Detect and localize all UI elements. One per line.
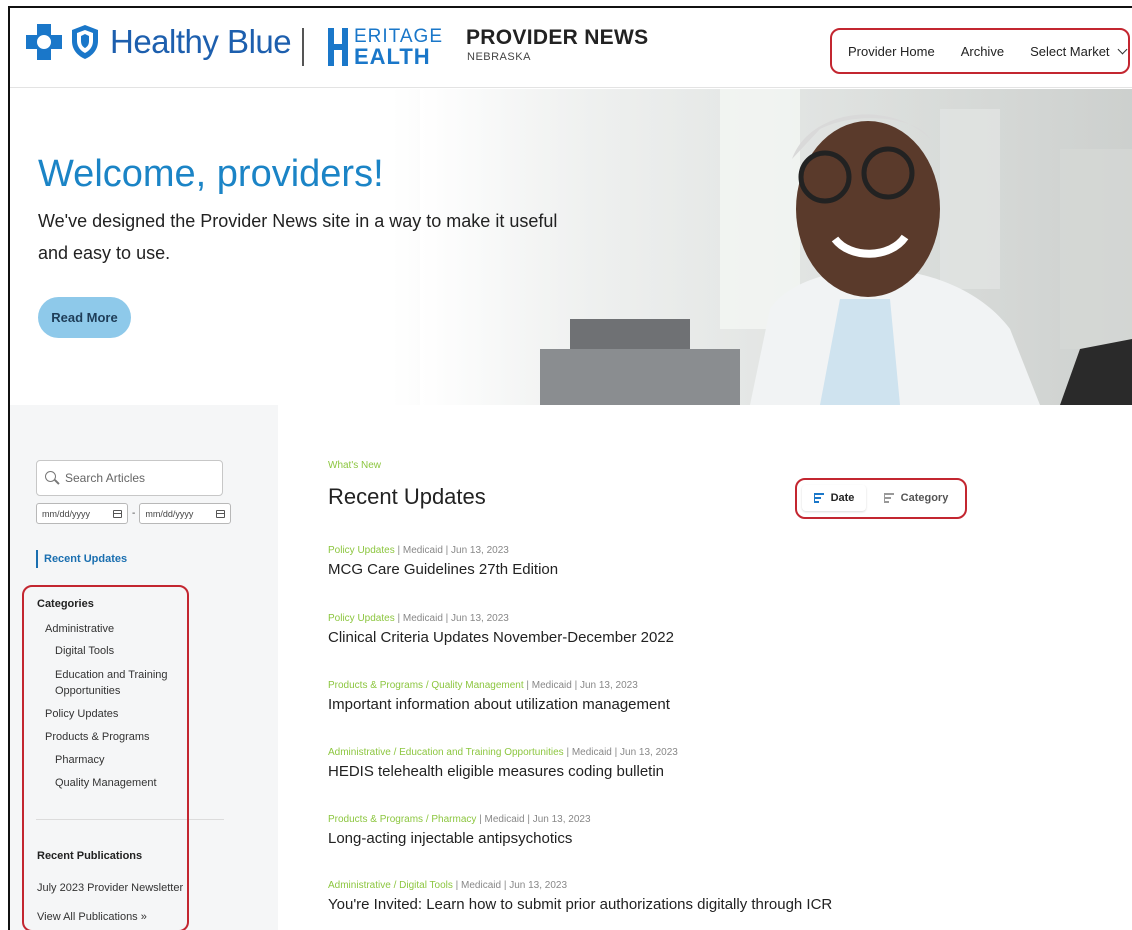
nav-provider-home[interactable]: Provider Home — [848, 44, 935, 59]
list-item: Products & Programs / Pharmacy | Medicai… — [328, 814, 591, 847]
article-title[interactable]: Clinical Criteria Updates November-Decem… — [328, 629, 674, 646]
article-title[interactable]: MCG Care Guidelines 27th Edition — [328, 561, 558, 578]
list-item: Products & Programs / Quality Management… — [328, 680, 670, 713]
site-title: PROVIDER NEWS — [466, 26, 649, 49]
article-category-tag[interactable]: Products & Programs / Quality Management — [328, 680, 524, 691]
hero-text: We've designed the Provider News site in… — [38, 211, 558, 263]
calendar-icon[interactable] — [216, 509, 226, 518]
calendar-icon[interactable] — [113, 509, 122, 518]
article-meta: Administrative / Digital Tools | Medicai… — [328, 880, 832, 891]
heritage-h-icon — [328, 28, 348, 66]
list-item: Policy Updates | Medicaid | Jun 13, 2023… — [328, 613, 674, 646]
article-category-tag[interactable]: Policy Updates — [328, 545, 395, 556]
search-box[interactable] — [36, 460, 223, 496]
date-from-text: mm/dd/yyyy — [42, 508, 91, 519]
date-from-field[interactable]: mm/dd/yyyy — [36, 503, 128, 524]
article-meta-text: | Medicaid | Jun 13, 2023 — [394, 545, 509, 556]
sidebar: mm/dd/yyyy - mm/dd/yyyy Recent Updates C… — [10, 405, 278, 930]
sort-by-category-button[interactable]: Category — [872, 485, 960, 511]
article-category-tag[interactable]: Administrative / Education and Training … — [328, 747, 564, 758]
healthy-blue-logo[interactable]: Healthy Blue — [24, 22, 292, 62]
hero-title: Welcome, providers! — [38, 153, 384, 195]
sort-icon — [813, 493, 826, 503]
article-title[interactable]: You're Invited: Learn how to submit prio… — [328, 896, 832, 913]
select-market-label: Select Market — [1030, 43, 1110, 59]
heritage-line2: EALTH — [354, 44, 431, 69]
brand-name: Healthy Blue — [110, 23, 292, 60]
nav-select-market[interactable]: Select Market — [1030, 43, 1127, 59]
date-separator: - — [132, 508, 136, 519]
article-title[interactable]: Important information about utilization … — [328, 696, 670, 713]
article-meta-text: | Medicaid | Jun 13, 2023 — [452, 880, 568, 891]
hero-banner: Welcome, providers! We've designed the P… — [10, 89, 1132, 405]
article-meta-text: | Medicaid | Jun 13, 2023 — [394, 613, 509, 624]
article-title[interactable]: Long-acting injectable antipsychotics — [328, 830, 591, 847]
list-item: Administrative / Digital Tools | Medicai… — [328, 880, 832, 913]
top-navigation: Provider Home Archive Select Market — [830, 28, 1130, 74]
article-category-tag[interactable]: Administrative / Digital Tools — [328, 880, 453, 891]
read-more-button[interactable]: Read More — [38, 297, 131, 338]
page-title: Recent Updates — [328, 484, 486, 509]
article-meta: Policy Updates | Medicaid | Jun 13, 2023 — [328, 613, 674, 624]
list-item: Administrative / Education and Training … — [328, 747, 678, 780]
search-input[interactable] — [65, 471, 215, 485]
article-title[interactable]: HEDIS telehealth eligible measures codin… — [328, 763, 678, 780]
site-header: Healthy Blue ERITAGE EALTH PROVIDER NEWS… — [10, 8, 1132, 88]
search-icon — [45, 471, 60, 485]
article-meta-text: | Medicaid | Jun 13, 2023 — [563, 747, 678, 758]
chevron-down-icon — [1117, 44, 1127, 54]
date-to-text: mm/dd/yyyy — [145, 508, 194, 519]
sort-by-date-button[interactable]: Date — [802, 485, 866, 511]
sort-date-label: Date — [830, 492, 855, 504]
whats-new-eyebrow: What's New — [328, 460, 382, 471]
heritage-health-logo: ERITAGE EALTH — [328, 24, 448, 70]
nav-archive[interactable]: Archive — [961, 44, 1004, 59]
blue-cross-icon — [24, 22, 64, 62]
categories-highlight — [22, 585, 189, 930]
blue-shield-icon — [72, 25, 98, 59]
article-category-tag[interactable]: Products & Programs / Pharmacy — [328, 814, 476, 825]
article-meta: Products & Programs / Pharmacy | Medicai… — [328, 814, 591, 825]
date-range: mm/dd/yyyy - mm/dd/yyyy — [36, 503, 232, 524]
article-meta-text: | Medicaid | Jun 13, 2023 — [523, 680, 638, 691]
date-to-field[interactable]: mm/dd/yyyy — [139, 503, 232, 524]
article-meta: Policy Updates | Medicaid | Jun 13, 2023 — [328, 545, 558, 556]
article-category-tag[interactable]: Policy Updates — [328, 613, 395, 624]
site-subtitle: NEBRASKA — [467, 51, 531, 63]
logo-divider — [302, 28, 304, 66]
article-meta-text: | Medicaid | Jun 13, 2023 — [476, 814, 591, 825]
sort-category-label: Category — [900, 492, 949, 504]
list-item: Policy Updates | Medicaid | Jun 13, 2023… — [328, 545, 558, 578]
sidebar-item-recent-updates[interactable]: Recent Updates — [36, 550, 127, 568]
sort-icon — [883, 493, 896, 503]
article-meta: Administrative / Education and Training … — [328, 747, 678, 758]
article-meta: Products & Programs / Quality Management… — [328, 680, 670, 691]
